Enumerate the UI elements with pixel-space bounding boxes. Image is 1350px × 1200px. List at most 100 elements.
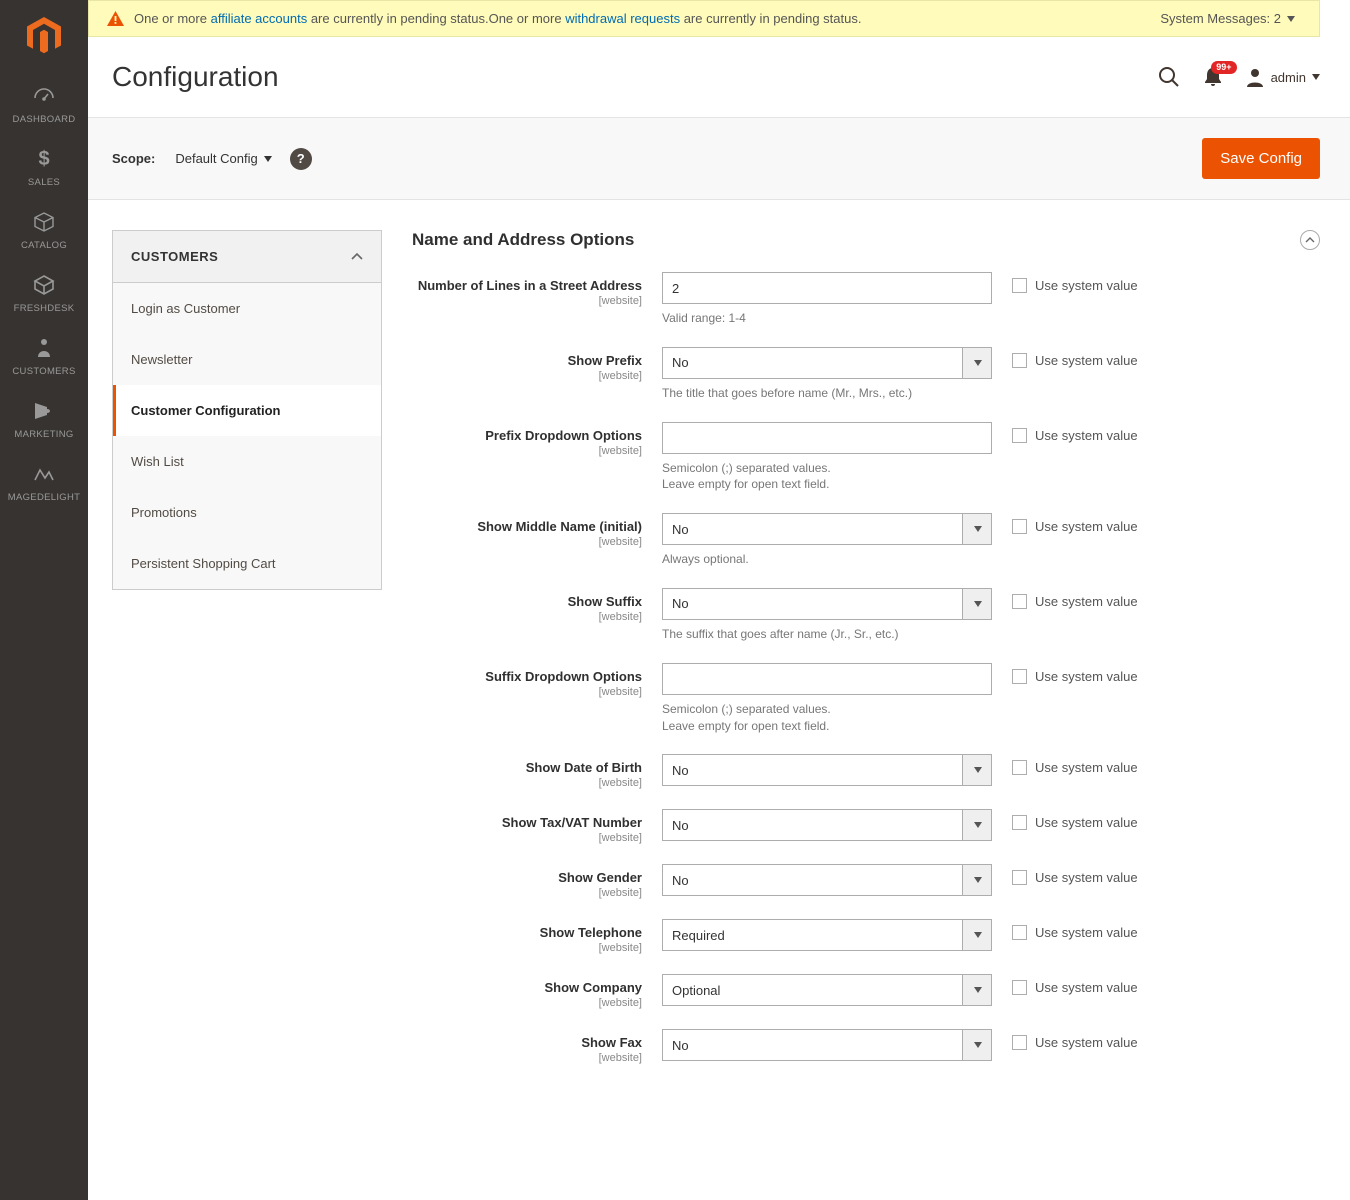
- tree-item-wish-list[interactable]: Wish List: [113, 436, 381, 487]
- use-system-label: Use system value: [1035, 519, 1138, 534]
- tree-item-login-as-customer[interactable]: Login as Customer: [113, 283, 381, 334]
- suffix-dropdown-options-input[interactable]: [662, 663, 992, 695]
- field-scope: [website]: [412, 997, 642, 1009]
- use-system-label: Use system value: [1035, 278, 1138, 293]
- dropdown-arrow-icon: [974, 1042, 982, 1048]
- field-help-text: Valid range: 1-4: [662, 310, 992, 327]
- admin-user-menu[interactable]: admin: [1245, 67, 1320, 87]
- field-label: Show Gender: [558, 870, 642, 885]
- use-system-checkbox[interactable]: [1012, 669, 1027, 684]
- show-prefix-select[interactable]: No: [662, 347, 992, 379]
- magento-logo[interactable]: [0, 0, 88, 72]
- show-middle-name-initial--select[interactable]: No: [662, 513, 992, 545]
- use-system-label: Use system value: [1035, 428, 1138, 443]
- notifications-badge: 99+: [1211, 61, 1236, 74]
- nav-label: MARKETING: [14, 429, 73, 440]
- system-message-bar: One or more affiliate accounts are curre…: [88, 0, 1320, 37]
- field-label: Show Company: [544, 980, 642, 995]
- tree-section-customers[interactable]: CUSTOMERS: [113, 231, 381, 283]
- field-row: Show Fax[website]NoUse system value: [412, 1029, 1320, 1064]
- use-system-label: Use system value: [1035, 980, 1138, 995]
- tree-item-persistent-shopping-cart[interactable]: Persistent Shopping Cart: [113, 538, 381, 589]
- field-scope: [website]: [412, 777, 642, 789]
- field-row: Show Company [website] Optional Use system …: [412, 974, 1320, 1009]
- withdrawal-requests-link[interactable]: withdrawal requests: [565, 11, 680, 26]
- notifications-icon[interactable]: 99+: [1201, 65, 1225, 89]
- nav-freshdesk[interactable]: FRESHDESK: [0, 261, 88, 324]
- nav-marketing[interactable]: MARKETING: [0, 387, 88, 450]
- field-scope: [website]: [412, 832, 642, 844]
- field-scope: [website]: [412, 887, 642, 899]
- use-system-label: Use system value: [1035, 669, 1138, 684]
- use-system-label: Use system value: [1035, 594, 1138, 609]
- field-label: Show Fax: [581, 1035, 642, 1050]
- field-row: Show Suffix[website]NoThe suffix that go…: [412, 588, 1320, 643]
- use-system-checkbox[interactable]: [1012, 925, 1027, 940]
- nav-label: CATALOG: [21, 240, 67, 251]
- collapse-section-icon[interactable]: [1300, 230, 1320, 250]
- field-help-text: The title that goes before name (Mr., Mr…: [662, 385, 992, 402]
- use-system-checkbox[interactable]: [1012, 519, 1027, 534]
- field-row: Show Gender[website]NoUse system value: [412, 864, 1320, 899]
- field-label: Show Prefix: [568, 353, 642, 368]
- show-fax-select[interactable]: No: [662, 1029, 992, 1061]
- field-help-text: The suffix that goes after name (Jr., Sr…: [662, 626, 992, 643]
- scope-label: Scope:: [112, 151, 155, 166]
- dropdown-arrow-icon: [974, 767, 982, 773]
- dropdown-arrow-icon: [974, 526, 982, 532]
- use-system-checkbox[interactable]: [1012, 353, 1027, 368]
- save-config-button[interactable]: Save Config: [1202, 138, 1320, 179]
- nav-catalog[interactable]: CATALOG: [0, 198, 88, 261]
- show-suffix-select[interactable]: No: [662, 588, 992, 620]
- system-message-count[interactable]: System Messages: 2: [1160, 11, 1295, 26]
- use-system-checkbox[interactable]: [1012, 980, 1027, 995]
- show-telephone-select[interactable]: Required: [662, 919, 992, 951]
- nav-label: DASHBOARD: [13, 114, 76, 125]
- nav-label: SALES: [28, 177, 60, 188]
- nav-sales[interactable]: $SALES: [0, 135, 88, 198]
- field-row: Suffix Dropdown Options[website]Semicolo…: [412, 663, 1320, 735]
- dropdown-arrow-icon: [974, 877, 982, 883]
- number-of-lines-in-a-street-address-input[interactable]: [662, 272, 992, 304]
- dropdown-arrow-icon: [974, 822, 982, 828]
- show-gender-select[interactable]: No: [662, 864, 992, 896]
- nav-dashboard[interactable]: DASHBOARD: [0, 72, 88, 135]
- use-system-checkbox[interactable]: [1012, 815, 1027, 830]
- nav-label: MAGEDELIGHT: [8, 492, 80, 503]
- show-tax-vat-number-select[interactable]: No: [662, 809, 992, 841]
- field-row: Show Middle Name (initial)[website]NoAlw…: [412, 513, 1320, 568]
- warning-icon: [107, 11, 124, 26]
- use-system-checkbox[interactable]: [1012, 1035, 1027, 1050]
- field-row: Number of Lines in a Street Address[webs…: [412, 272, 1320, 327]
- field-scope: [website]: [412, 942, 642, 954]
- dashboard-icon: [32, 84, 56, 108]
- scope-select[interactable]: Default Config: [175, 151, 271, 166]
- tree-item-newsletter[interactable]: Newsletter: [113, 334, 381, 385]
- field-label: Show Date of Birth: [526, 760, 642, 775]
- chevron-up-icon: [351, 253, 363, 261]
- field-label: Suffix Dropdown Options: [485, 669, 642, 684]
- affiliate-accounts-link[interactable]: affiliate accounts: [211, 11, 308, 26]
- nav-customers[interactable]: CUSTOMERS: [0, 324, 88, 387]
- help-icon[interactable]: ?: [290, 148, 312, 170]
- section-title: Name and Address Options: [412, 230, 634, 250]
- prefix-dropdown-options-input[interactable]: [662, 422, 992, 454]
- tree-item-promotions[interactable]: Promotions: [113, 487, 381, 538]
- show-company-select[interactable]: Optional: [662, 974, 992, 1006]
- field-help-text: Always optional.: [662, 551, 992, 568]
- use-system-checkbox[interactable]: [1012, 594, 1027, 609]
- use-system-checkbox[interactable]: [1012, 870, 1027, 885]
- use-system-checkbox[interactable]: [1012, 428, 1027, 443]
- use-system-checkbox[interactable]: [1012, 760, 1027, 775]
- scope-bar: Scope: Default Config ? Save Config: [88, 117, 1350, 200]
- marketing-icon: [32, 399, 56, 423]
- admin-sidebar: DASHBOARD $SALES CATALOG FRESHDESKCUSTOMERS…: [0, 0, 88, 1200]
- system-message-text: One or more affiliate accounts are curre…: [134, 11, 1160, 26]
- tree-item-customer-configuration[interactable]: Customer Configuration: [113, 385, 381, 436]
- nav-magedelight[interactable]: MAGEDELIGHT: [0, 450, 88, 513]
- use-system-checkbox[interactable]: [1012, 278, 1027, 293]
- search-icon[interactable]: [1157, 65, 1181, 89]
- show-date-of-birth-select[interactable]: No: [662, 754, 992, 786]
- freshdesk-icon: [32, 273, 56, 297]
- field-row: Prefix Dropdown Options[website]Semicolo…: [412, 422, 1320, 494]
